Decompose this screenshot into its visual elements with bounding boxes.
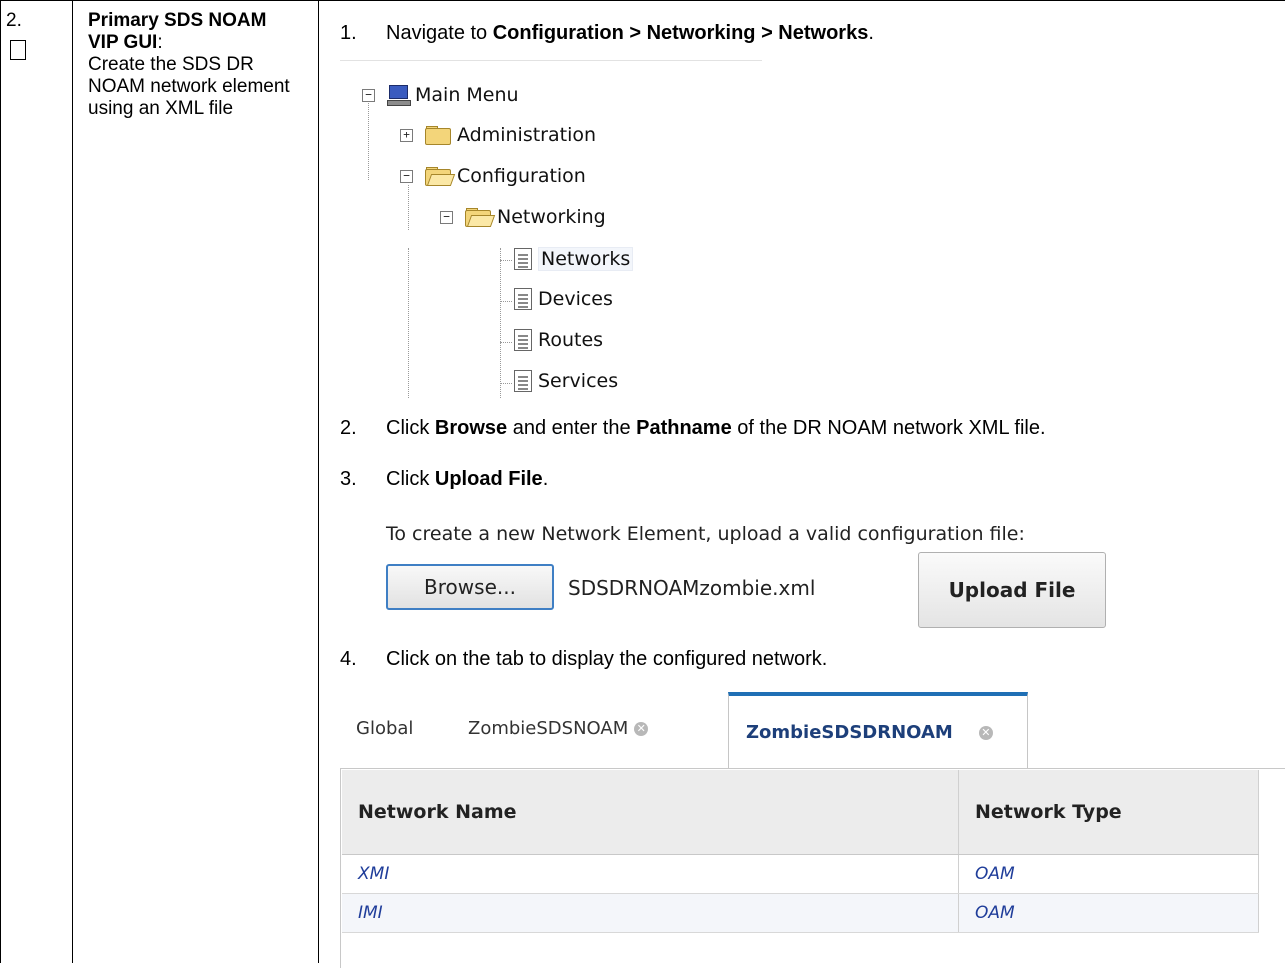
tree-item-label: Networking <box>497 206 606 228</box>
tree-item-label: Configuration <box>457 165 586 187</box>
network-type-cell: OAM <box>958 854 1259 894</box>
instruction-text: . <box>542 468 549 490</box>
tab-label: ZombieSDSDRNOAM <box>746 722 953 743</box>
instruction-number: 4. <box>340 648 357 670</box>
tree-connector <box>500 248 501 398</box>
tree-connector <box>368 100 369 180</box>
step-title-description: Create the SDS DR NOAM network element u… <box>88 54 290 119</box>
selected-file-name: SDSDRNOAMzombie.xml <box>568 576 816 600</box>
instruction-text: of the DR NOAM network XML file. <box>731 417 1046 439</box>
tree-top-border <box>340 60 762 61</box>
collapse-toggle-icon[interactable]: − <box>362 88 375 102</box>
tree-item-configuration[interactable]: − Configuration <box>400 165 586 187</box>
folder-open-icon <box>425 167 456 186</box>
step-number: 2. <box>6 10 22 31</box>
browse-button[interactable]: Browse... <box>386 564 554 610</box>
tree-item-label: Services <box>538 370 619 392</box>
computer-icon <box>387 85 411 106</box>
upload-file-button[interactable]: Upload File <box>918 552 1106 628</box>
tree-item-label: Administration <box>457 124 597 146</box>
tree-item-label: Networks <box>538 247 634 271</box>
instruction-4: 4. Click on the tab to display the config… <box>340 647 827 671</box>
step-title: Primary SDS NOAM VIP GUI: Create the SDS … <box>88 10 298 120</box>
folder-icon <box>425 126 451 145</box>
instruction-number: 1. <box>340 22 357 44</box>
step-checkbox[interactable] <box>10 40 26 60</box>
tree-connector <box>500 383 512 384</box>
network-type-cell: OAM <box>958 893 1259 933</box>
network-name-cell[interactable]: IMI <box>342 893 959 933</box>
instruction-number: 3. <box>340 468 357 490</box>
upload-prompt: To create a new Network Element, upload … <box>386 523 1025 545</box>
tab-global[interactable]: Global <box>356 718 413 739</box>
network-element-tabs: Global ZombieSDSNOAM ✕ ZombieSDSDRNOAM ✕ <box>340 690 1285 768</box>
column-divider <box>318 0 319 963</box>
tree-item-devices[interactable]: Devices <box>514 288 613 310</box>
tree-connector <box>408 185 409 230</box>
tab-zombiesdsdrnoam[interactable]: ZombieSDSDRNOAM ✕ <box>746 722 993 743</box>
column-header-network-type[interactable]: Network Type <box>958 770 1259 855</box>
tree-item-label: Main Menu <box>415 84 519 106</box>
tree-item-label: Routes <box>538 329 604 351</box>
instruction-1: 1. Navigate to Configuration > Networking… <box>340 21 874 45</box>
document-icon <box>514 370 532 392</box>
collapse-toggle-icon[interactable]: − <box>400 169 413 183</box>
instruction-bold: Browse <box>434 417 508 439</box>
instruction-text: Click <box>386 417 435 439</box>
tree-connector <box>500 301 512 302</box>
tab-label: Global <box>356 718 414 739</box>
collapse-toggle-icon[interactable]: − <box>440 210 453 224</box>
tree-item-networking[interactable]: − Networking <box>440 206 606 228</box>
instruction-text: Navigate to <box>386 22 493 44</box>
folder-open-icon <box>465 208 496 227</box>
main-menu-tree: − Main Menu + Administration − Configura… <box>340 60 762 398</box>
instruction-2: 2. Click Browse and enter the Pathname of… <box>340 416 1046 440</box>
instruction-text: Click on the tab to display the configur… <box>386 648 828 670</box>
close-tab-icon[interactable]: ✕ <box>634 721 649 736</box>
table-top-border <box>0 0 1285 1</box>
table-row[interactable]: IMI OAM <box>342 893 1259 933</box>
tree-connector <box>408 248 409 398</box>
tree-item-administration[interactable]: + Administration <box>400 124 596 146</box>
column-divider <box>0 0 1 963</box>
tab-zombiesdsnoam[interactable]: ZombieSDSNOAM ✕ <box>468 718 649 739</box>
instruction-bold: Upload File <box>434 468 543 490</box>
instruction-text: Click <box>386 468 435 490</box>
instruction-text: . <box>868 22 874 44</box>
column-header-network-name[interactable]: Network Name <box>342 770 959 855</box>
expand-toggle-icon[interactable]: + <box>400 128 413 142</box>
tree-item-label: Devices <box>538 288 613 310</box>
tree-connector <box>500 260 512 261</box>
close-tab-icon[interactable]: ✕ <box>978 725 993 740</box>
document-icon <box>514 248 532 270</box>
table-row[interactable]: XMI OAM <box>342 854 1259 894</box>
instruction-bold: Pathname <box>636 417 732 439</box>
document-icon <box>514 329 532 351</box>
tree-item-routes[interactable]: Routes <box>514 329 603 351</box>
column-divider <box>72 0 73 963</box>
tree-item-services[interactable]: Services <box>514 370 618 392</box>
instruction-bold: Configuration > Networking > Networks <box>492 22 869 44</box>
tab-label: ZombieSDSNOAM <box>468 718 629 739</box>
network-name-cell[interactable]: XMI <box>342 854 959 894</box>
tree-item-main-menu[interactable]: − Main Menu <box>362 84 519 106</box>
instruction-text: and enter the <box>507 417 637 439</box>
network-table: Network Name Network Type XMI OAM IMI OA… <box>342 770 1259 933</box>
instruction-number: 2. <box>340 417 357 439</box>
step-title-colon: : <box>157 32 163 53</box>
instruction-3: 3. Click Upload File. <box>340 467 548 491</box>
step-title-bold: Primary SDS NOAM VIP GUI <box>88 10 267 53</box>
tree-connector <box>500 342 512 343</box>
tree-item-networks[interactable]: Networks <box>514 247 634 271</box>
document-icon <box>514 288 532 310</box>
